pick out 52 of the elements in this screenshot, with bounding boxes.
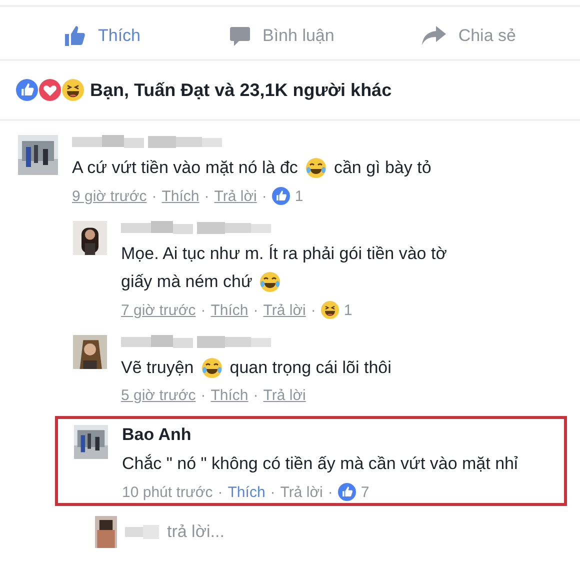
reactions-summary[interactable]: Bạn, Tuấn Đạt và 23,1K người khác: [90, 80, 392, 100]
tears-of-joy-emoji-icon: [259, 271, 282, 293]
share-arrow-icon: [422, 26, 446, 46]
separator-dot: ·: [310, 302, 316, 318]
comment-text: Mọe. Ai tục như m. Ít ra phải gói tiền vào tờ: [121, 243, 447, 265]
comment-text: Vẽ truyện: [121, 357, 194, 379]
like-reaction-icon: [16, 79, 38, 101]
separator-dot: ·: [218, 484, 223, 500]
tears-of-joy-emoji-icon: [304, 157, 327, 179]
tears-of-joy-emoji-icon: [200, 357, 223, 379]
timestamp-link[interactable]: 5 giờ trước: [121, 387, 196, 404]
separator-dot: ·: [328, 484, 333, 500]
separator-dot: ·: [270, 484, 276, 500]
separator-dot: ·: [200, 302, 206, 318]
laughing-emoji-icon: [320, 301, 339, 319]
like-link[interactable]: Thích: [228, 484, 266, 500]
like-reaction-icon: [338, 483, 356, 501]
like-link[interactable]: Thích: [162, 188, 200, 204]
typing-indicator: trả lời...: [167, 522, 224, 542]
separator-dot: ·: [204, 188, 210, 204]
separator-dot: ·: [200, 387, 206, 404]
reply-link[interactable]: Trả lời: [280, 484, 323, 500]
comment-text: cần gì bày tỏ: [334, 157, 432, 179]
reply-link[interactable]: Trả lời: [263, 387, 306, 404]
timestamp-link[interactable]: 10 phút trước: [122, 484, 213, 500]
like-link[interactable]: Thích: [210, 387, 248, 404]
separator-dot: ·: [253, 302, 258, 318]
thumbs-up-icon: [64, 25, 86, 47]
comment-text: A cứ vứt tiền vào mặt nó là đc: [72, 157, 298, 179]
share-button[interactable]: Chia sẻ: [422, 25, 516, 47]
comment-text: Chắc " nó " không có tiền ấy mà cần vứt vào mặt nhỉ: [122, 453, 518, 475]
like-reaction-icon: [272, 187, 290, 205]
comment-text: quan trọng cái lõi thôi: [230, 357, 392, 379]
separator-dot: ·: [262, 188, 267, 204]
reaction-count: 1: [294, 188, 304, 204]
comment-button[interactable]: Bình luận: [228, 25, 334, 47]
separator-dot: ·: [152, 188, 157, 204]
reaction-count: 7: [360, 484, 370, 500]
author-name[interactable]: Bao Anh: [122, 425, 192, 445]
reply-link[interactable]: Trả lời: [214, 188, 257, 204]
like-button[interactable]: Thích: [64, 25, 141, 47]
reply-link[interactable]: Trả lời: [263, 302, 306, 318]
laughing-emoji-icon: [62, 79, 84, 101]
speech-bubble-icon: [228, 25, 250, 47]
separator-dot: ·: [253, 387, 258, 404]
reaction-count: 1: [344, 302, 352, 318]
timestamp-link[interactable]: 9 giờ trước: [72, 188, 147, 204]
heart-reaction-icon: [39, 79, 61, 101]
timestamp-link[interactable]: 7 giờ trước: [121, 302, 196, 318]
blurred-name: [125, 525, 159, 539]
like-link[interactable]: Thích: [210, 302, 248, 318]
comment-text: giấy mà ném chứ: [121, 271, 252, 293]
